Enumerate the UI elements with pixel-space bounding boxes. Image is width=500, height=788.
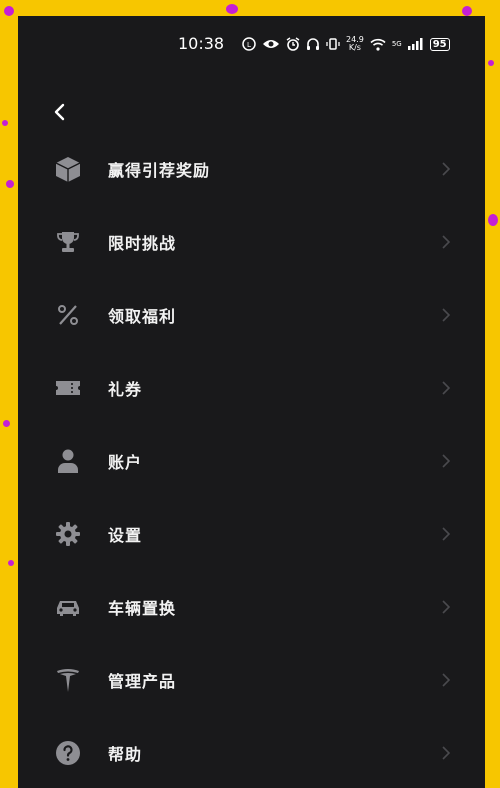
status-bar: 10:38 L 24.9 K/s 5G 95 bbox=[18, 16, 485, 72]
decor-dot bbox=[6, 180, 14, 188]
decor-dot bbox=[226, 4, 238, 14]
chevron-right-icon bbox=[442, 672, 451, 687]
signal-icon bbox=[407, 38, 423, 50]
percent-icon bbox=[54, 301, 82, 329]
status-icons: L 24.9 K/s 5G 95 bbox=[242, 36, 450, 52]
menu-item-label: 车辆置换 bbox=[108, 598, 177, 618]
decor-dot bbox=[488, 214, 498, 226]
decor-dot bbox=[2, 120, 8, 126]
chevron-right-icon bbox=[442, 599, 451, 614]
menu-item-label: 限时挑战 bbox=[108, 233, 177, 253]
person-icon bbox=[54, 447, 82, 475]
decor-dot bbox=[488, 60, 494, 66]
decor-dot bbox=[4, 6, 14, 16]
network-speed: 24.9 K/s bbox=[346, 36, 364, 52]
hd-call-icon: L bbox=[242, 37, 256, 51]
menu-item-label: 账户 bbox=[108, 452, 143, 472]
trophy-icon bbox=[54, 228, 82, 256]
menu-item-help[interactable]: 帮助 bbox=[18, 716, 485, 788]
menu-item-label: 赢得引荐奖励 bbox=[108, 160, 211, 180]
decor-dot bbox=[3, 420, 10, 427]
chevron-right-icon bbox=[442, 234, 451, 249]
gear-icon bbox=[54, 520, 82, 548]
car-icon bbox=[54, 593, 82, 621]
chevron-right-icon bbox=[442, 526, 451, 541]
decor-dot bbox=[462, 6, 472, 16]
wifi-icon bbox=[370, 38, 386, 51]
chevron-left-icon bbox=[54, 103, 65, 121]
menu-item-settings[interactable]: 设置 bbox=[18, 497, 485, 570]
menu-item-challenge[interactable]: 限时挑战 bbox=[18, 205, 485, 278]
tesla-logo-icon bbox=[54, 666, 82, 694]
menu-item-referral[interactable]: 赢得引荐奖励 bbox=[18, 132, 485, 205]
app-screen: 10:38 L 24.9 K/s 5G 95 赢得引荐奖励 限时挑战 领取福利 … bbox=[18, 16, 485, 788]
back-button[interactable] bbox=[48, 100, 72, 124]
menu-item-account[interactable]: 账户 bbox=[18, 424, 485, 497]
network-speed-unit: K/s bbox=[348, 43, 361, 52]
help-icon bbox=[54, 739, 82, 767]
menu-item-vouchers[interactable]: 礼券 bbox=[18, 351, 485, 424]
status-time: 10:38 bbox=[178, 34, 225, 53]
menu-item-benefits[interactable]: 领取福利 bbox=[18, 278, 485, 351]
network-type: 5G bbox=[391, 39, 402, 48]
vibrate-icon bbox=[326, 38, 340, 50]
menu-item-label: 礼券 bbox=[108, 379, 143, 399]
eye-icon bbox=[263, 40, 279, 48]
ticket-icon bbox=[54, 374, 82, 402]
settings-menu: 赢得引荐奖励 限时挑战 领取福利 礼券 账户 设置 车辆置换 管理产品 帮助 bbox=[18, 132, 485, 788]
chevron-right-icon bbox=[442, 453, 451, 468]
menu-item-manage-products[interactable]: 管理产品 bbox=[18, 643, 485, 716]
menu-item-label: 帮助 bbox=[108, 744, 143, 764]
headphones-icon bbox=[307, 38, 319, 50]
menu-item-label: 领取福利 bbox=[108, 306, 177, 326]
menu-item-label: 管理产品 bbox=[108, 671, 177, 691]
box-icon bbox=[54, 155, 82, 183]
menu-item-trade-in[interactable]: 车辆置换 bbox=[18, 570, 485, 643]
chevron-right-icon bbox=[442, 380, 451, 395]
chevron-right-icon bbox=[442, 745, 451, 760]
decor-dot bbox=[8, 560, 14, 566]
alarm-icon bbox=[286, 37, 300, 51]
chevron-right-icon bbox=[442, 161, 451, 176]
battery-level: 95 bbox=[429, 37, 450, 51]
chevron-right-icon bbox=[442, 307, 451, 322]
menu-item-label: 设置 bbox=[108, 525, 143, 545]
svg-text:L: L bbox=[247, 41, 251, 49]
